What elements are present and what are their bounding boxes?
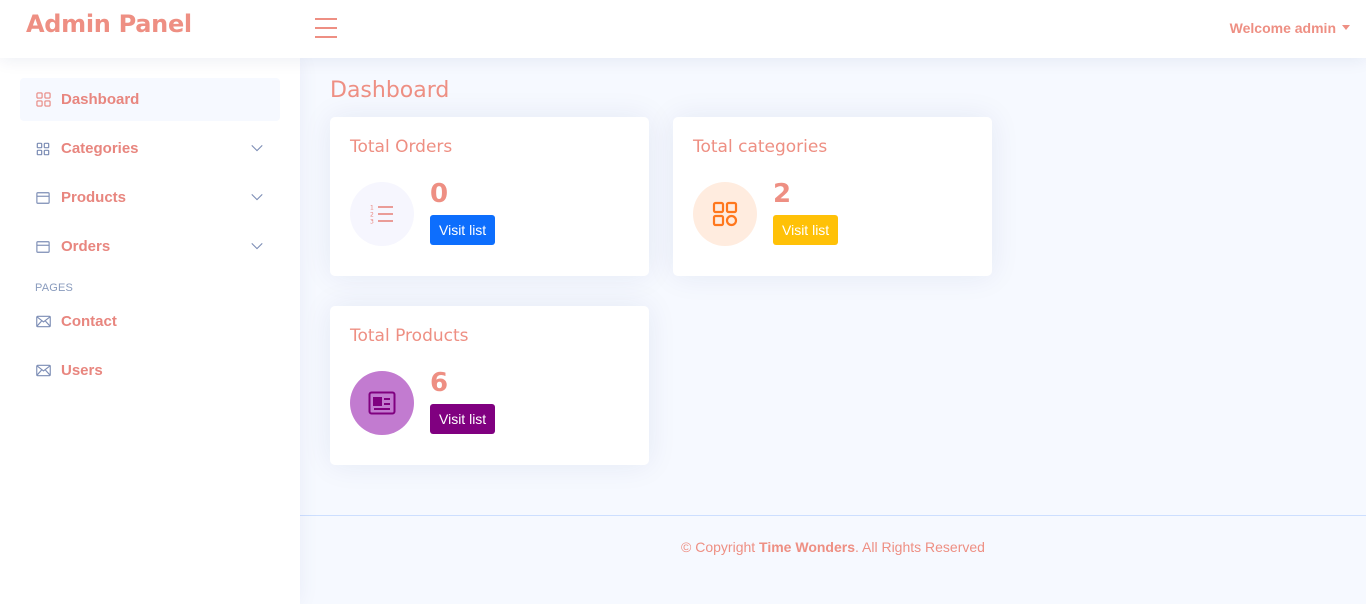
sidebar-item-contact[interactable]: Contact (20, 300, 280, 343)
sidebar-item-label: Products (61, 189, 127, 206)
footer-copyright-prefix: © Copyright (681, 539, 760, 555)
svg-text:2: 2 (370, 212, 374, 219)
card-title: Total Orders (350, 137, 453, 157)
sidebar-item-label: Categories (61, 140, 139, 157)
user-dropdown[interactable]: Welcome admin (1230, 20, 1350, 36)
list-ol-icon: 1 2 3 (350, 182, 414, 246)
nav-heading-pages: PAGES (35, 282, 74, 294)
layout-icon (35, 239, 51, 255)
svg-text:3: 3 (370, 219, 374, 226)
card-total-orders: Total Orders 1 2 3 0 Visit list (330, 117, 649, 276)
visit-orders-button[interactable]: Visit list (430, 215, 496, 245)
envelope-icon (35, 314, 51, 330)
sidebar-item-users[interactable]: Users (20, 349, 280, 392)
footer: © Copyright Time Wonders. All Rights Res… (300, 515, 1366, 604)
card-title: Total Products (350, 326, 469, 346)
caret-down-icon (1342, 25, 1350, 30)
chevron-down-icon[interactable] (250, 190, 264, 204)
sidebar-item-label: Dashboard (61, 91, 140, 108)
card-value: 2 (773, 179, 792, 209)
menu-grid-icon (35, 141, 51, 157)
envelope-icon (35, 363, 51, 379)
chevron-down-icon[interactable] (250, 141, 264, 155)
sidebar-item-products[interactable]: Products (20, 176, 280, 219)
layout-icon (35, 190, 51, 206)
welcome-label: Welcome admin (1229, 20, 1336, 36)
grid-icon (35, 92, 51, 108)
footer-company: Time Wonders (759, 539, 855, 555)
card-value: 6 (430, 368, 449, 398)
page-title: Dashboard (330, 78, 450, 103)
card-title: Total categories (693, 137, 828, 157)
hamburger-menu-icon[interactable] (315, 18, 337, 38)
brand-logo[interactable]: Admin Panel (26, 10, 192, 38)
svg-text:1: 1 (370, 205, 374, 212)
card-total-products: Total Products 6 Visit list (330, 306, 649, 465)
sidebar-item-categories[interactable]: Categories (20, 127, 280, 170)
sidebar-item-label: Users (61, 362, 103, 379)
sidebar-item-orders[interactable]: Orders (20, 225, 280, 268)
visit-categories-button[interactable]: Visit list (773, 215, 839, 245)
card-value: 0 (430, 179, 449, 209)
card-total-categories: Total categories 2 Visit list (673, 117, 992, 276)
visit-products-button[interactable]: Visit list (430, 404, 496, 434)
sidebar-item-label: Orders (61, 238, 111, 255)
footer-copyright-suffix: . All Rights Reserved (855, 539, 985, 555)
sidebar-item-dashboard[interactable]: Dashboard (20, 78, 280, 121)
sidebar: Dashboard Categories Products Orders PAG… (0, 58, 300, 604)
chevron-down-icon[interactable] (250, 239, 264, 253)
top-header: Admin Panel Welcome admin (0, 0, 1366, 58)
grid-icon (693, 182, 757, 246)
newspaper-icon (350, 371, 414, 435)
sidebar-item-label: Contact (61, 313, 117, 330)
